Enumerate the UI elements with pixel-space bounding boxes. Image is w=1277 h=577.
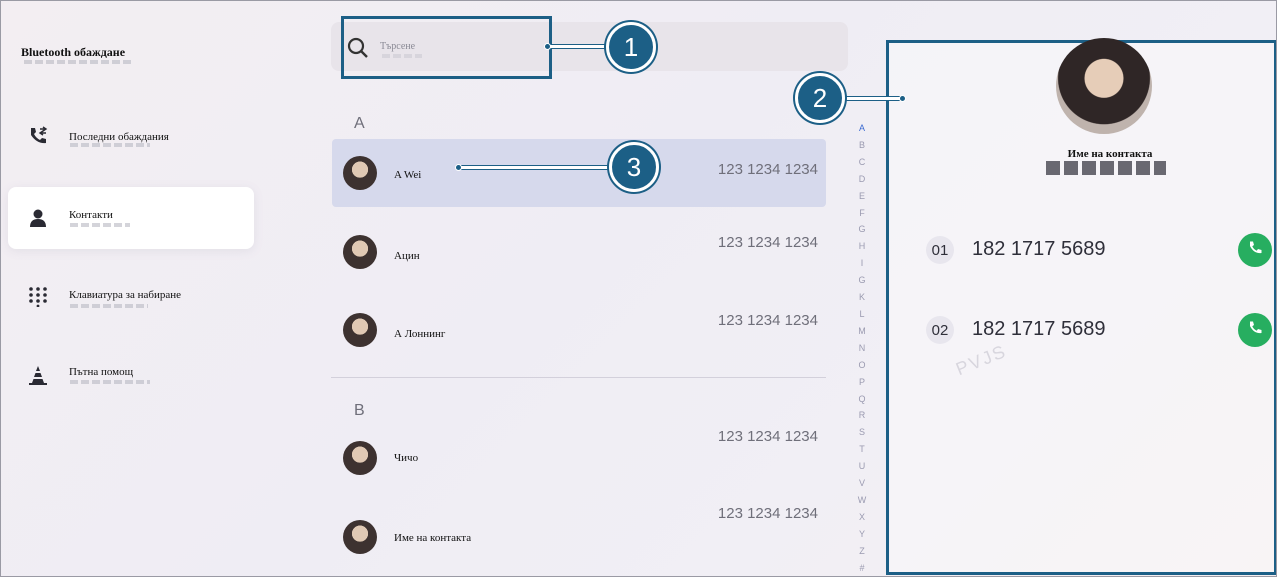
avatar (343, 520, 377, 554)
group-divider (331, 377, 826, 378)
alphabet-letter[interactable]: K (859, 289, 865, 306)
contact-person-icon (26, 206, 50, 230)
alphabet-letter[interactable]: V (859, 475, 865, 492)
contact-name: Чичо (394, 452, 419, 464)
avatar (343, 156, 377, 190)
alphabet-letter[interactable]: Z (859, 543, 865, 560)
contact-row[interactable]: A Wei 123 1234 1234 (332, 139, 826, 207)
callout-leader-dot (455, 164, 462, 171)
alphabet-letter[interactable]: M (858, 323, 866, 340)
avatar (343, 235, 377, 269)
group-letter: B (354, 402, 365, 419)
alphabet-letter[interactable]: S (859, 424, 865, 441)
alphabet-letter[interactable]: A (859, 120, 865, 137)
sidebar-item-label: Пътна помощ (69, 366, 134, 378)
alphabet-letter[interactable]: Y (859, 526, 865, 543)
sidebar-item-label: Последни обаждания (69, 131, 169, 143)
dialpad-icon (26, 284, 50, 308)
call-button[interactable] (1238, 233, 1272, 267)
avatar (343, 441, 377, 475)
contact-phone: 123 1234 1234 (717, 312, 818, 329)
callout-leader-line (548, 45, 608, 48)
avatar (343, 313, 377, 347)
alphabet-letter[interactable]: O (858, 357, 865, 374)
alphabet-letter[interactable]: N (859, 340, 866, 357)
alphabet-letter[interactable]: G (858, 221, 865, 238)
contact-phone: 123 1234 1234 (717, 505, 818, 522)
alphabet-letter[interactable]: P (859, 374, 865, 391)
alphabet-letter[interactable]: C (859, 154, 866, 171)
alphabet-letter[interactable]: # (859, 560, 864, 577)
sidebar-item-label: Клавиатура за набиране (69, 289, 182, 301)
contact-row[interactable]: Име на контакта 123 1234 1234 (332, 503, 826, 571)
phone-icon (1247, 320, 1263, 341)
callout-3: 3 (609, 142, 659, 192)
callout-leader-dot (899, 95, 906, 102)
roadside-assistance-icon (26, 363, 50, 387)
contact-name: Ацин (394, 250, 420, 262)
alphabet-letter[interactable]: U (859, 458, 866, 475)
alphabet-letter[interactable]: Q (858, 391, 865, 408)
phone-number[interactable]: 182 1717 5689 (972, 238, 1105, 261)
ghost-text (24, 60, 132, 64)
number-index-badge: 01 (926, 236, 954, 264)
contact-row[interactable]: А Лоннинг 123 1234 1234 (332, 296, 826, 364)
contact-name: A Wei (394, 169, 422, 181)
group-letter: A (354, 115, 365, 132)
ghost-text (70, 223, 130, 227)
callout-2: 2 (795, 73, 845, 123)
number-index-badge: 02 (926, 316, 954, 344)
alphabet-letter[interactable]: T (859, 441, 865, 458)
contact-row[interactable]: Чичо 123 1234 1234 (332, 424, 826, 492)
contact-name: Име на контакта (394, 532, 472, 544)
call-button[interactable] (1238, 313, 1272, 347)
alphabet-letter[interactable]: B (859, 137, 865, 154)
alphabet-letter[interactable]: H (859, 238, 866, 255)
ghost-text (70, 143, 150, 147)
phone-icon (1247, 240, 1263, 261)
contact-avatar-large (1056, 38, 1152, 134)
alphabet-index[interactable]: A B C D E F G H I G K L M N O P Q R S T U V W X Y Z # (855, 120, 869, 576)
ghost-text (1046, 161, 1166, 175)
alphabet-letter[interactable]: D (859, 171, 866, 188)
alphabet-letter[interactable]: I (861, 255, 864, 272)
contact-phone: 123 1234 1234 (717, 428, 818, 445)
alphabet-letter[interactable]: R (859, 407, 866, 424)
ghost-text (70, 304, 148, 308)
phone-number[interactable]: 182 1717 5689 (972, 318, 1105, 341)
sidebar-item-dialpad[interactable]: Клавиатура за набиране (8, 265, 254, 327)
contact-name: А Лоннинг (394, 328, 446, 340)
contact-phone: 123 1234 1234 (717, 161, 818, 178)
alphabet-letter[interactable]: E (859, 188, 865, 205)
sidebar-item-label: Контакти (69, 209, 113, 221)
callout-leader-line (458, 166, 610, 169)
alphabet-letter[interactable]: L (859, 306, 864, 323)
search-highlight-box (341, 16, 552, 79)
callout-1: 1 (606, 22, 656, 72)
alphabet-letter[interactable]: G (858, 272, 865, 289)
recent-calls-icon (26, 124, 50, 148)
sidebar-item-recent-calls[interactable]: Последни обаждания (8, 105, 254, 167)
callout-leader-dot (544, 43, 551, 50)
alphabet-letter[interactable]: W (858, 492, 867, 509)
app-title: Bluetooth обаждане (21, 45, 126, 59)
contact-row[interactable]: Ацин 123 1234 1234 (332, 218, 826, 286)
alphabet-letter[interactable]: X (859, 509, 865, 526)
sidebar-item-roadside[interactable]: Пътна помощ (8, 344, 254, 406)
callout-leader-line (845, 97, 903, 100)
sidebar-item-contacts[interactable]: Контакти (8, 187, 254, 249)
ghost-text (70, 380, 150, 384)
contact-detail-name: Име на контакта (1067, 148, 1153, 160)
contact-phone: 123 1234 1234 (717, 234, 818, 251)
alphabet-letter[interactable]: F (859, 205, 865, 222)
